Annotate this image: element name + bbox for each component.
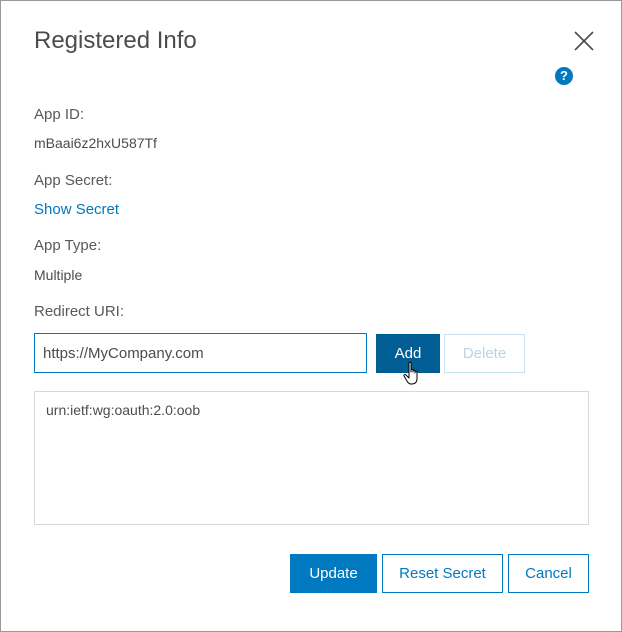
update-button[interactable]: Update bbox=[290, 554, 377, 593]
app-id-value: mBaai6z2hxU587Tf bbox=[34, 135, 157, 151]
registered-info-dialog: Registered Info ? App ID: mBaai6z2hxU587… bbox=[0, 0, 622, 632]
show-secret-link[interactable]: Show Secret bbox=[34, 201, 119, 218]
add-button[interactable]: Add bbox=[376, 334, 440, 373]
app-secret-label: App Secret: bbox=[34, 172, 113, 189]
app-id-label: App ID: bbox=[34, 106, 85, 123]
list-item[interactable]: urn:ietf:wg:oauth:2.0:oob bbox=[46, 402, 577, 418]
help-button[interactable]: ? bbox=[555, 67, 573, 85]
redirect-uri-input[interactable] bbox=[34, 333, 367, 373]
question-circle-icon: ? bbox=[560, 68, 568, 83]
cancel-button[interactable]: Cancel bbox=[508, 554, 589, 593]
app-type-label: App Type: bbox=[34, 237, 102, 254]
close-button[interactable] bbox=[570, 27, 598, 55]
app-type-value: Multiple bbox=[34, 267, 83, 283]
redirect-uri-label: Redirect URI: bbox=[34, 303, 125, 320]
delete-button[interactable]: Delete bbox=[444, 334, 525, 373]
reset-secret-button[interactable]: Reset Secret bbox=[382, 554, 503, 593]
redirect-uri-list[interactable]: urn:ietf:wg:oauth:2.0:oob bbox=[34, 391, 589, 525]
close-icon bbox=[574, 31, 594, 51]
dialog-title: Registered Info bbox=[34, 27, 197, 54]
